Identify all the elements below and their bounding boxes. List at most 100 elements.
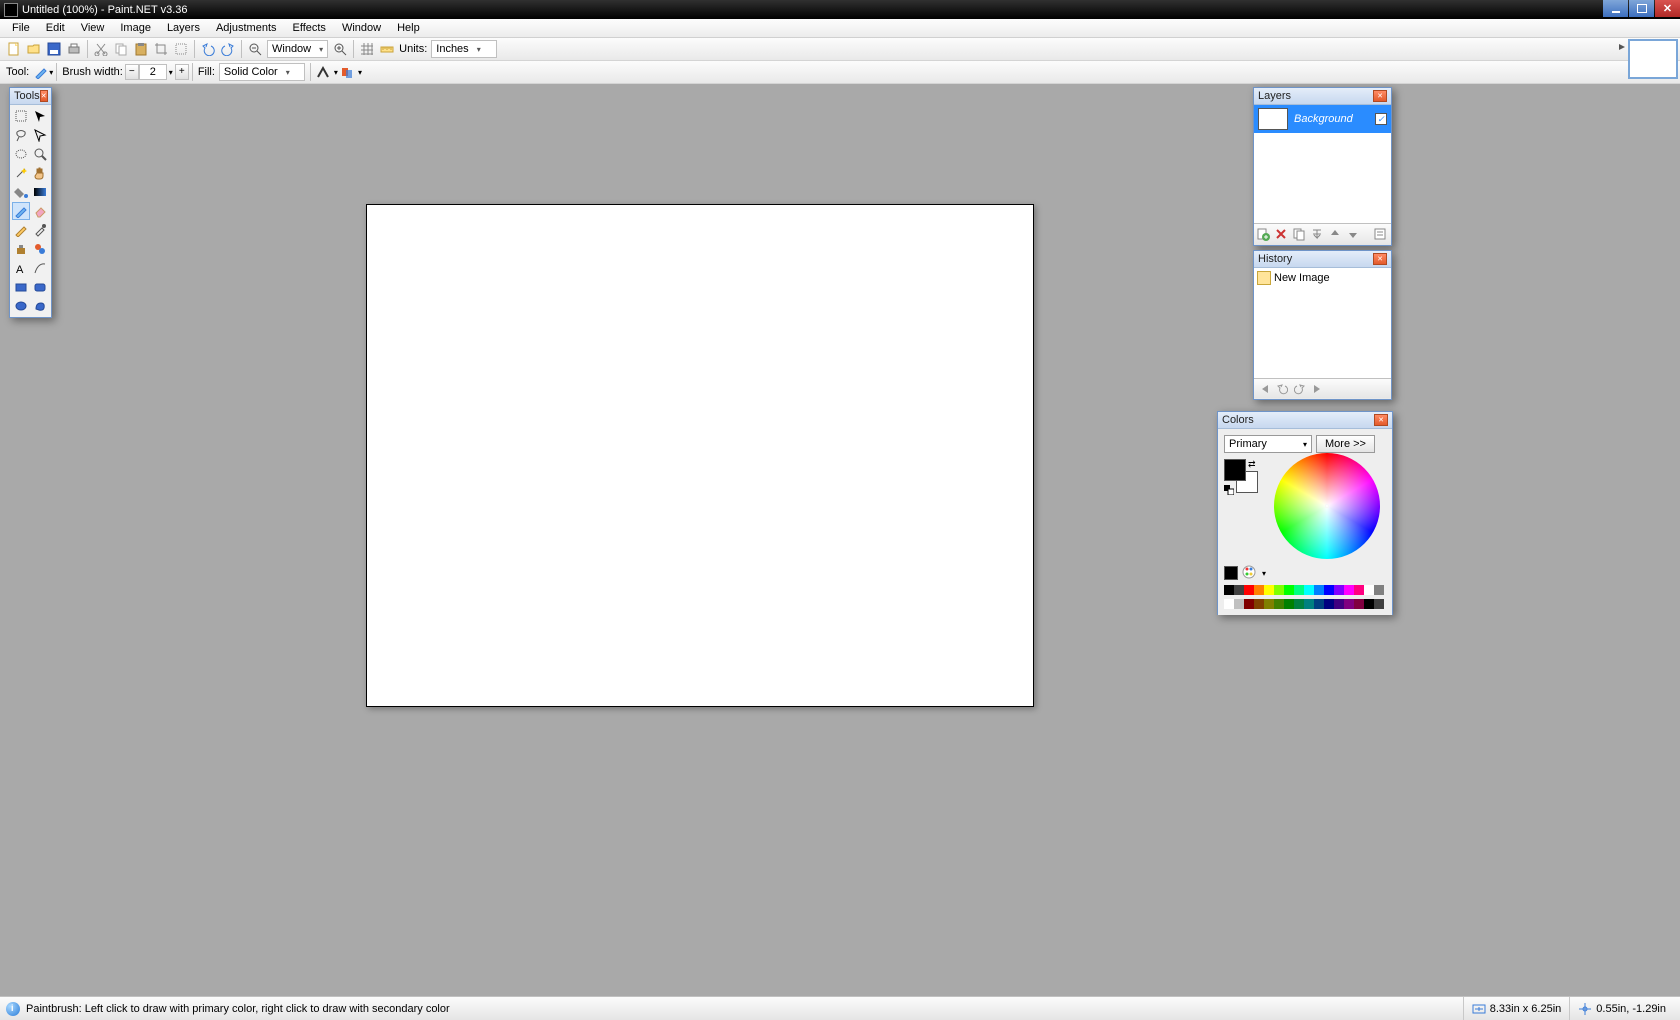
menu-help[interactable]: Help	[389, 20, 428, 36]
tool-move-selection[interactable]	[31, 107, 49, 125]
tool-colorpicker[interactable]	[31, 221, 49, 239]
layer-delete-icon[interactable]	[1274, 227, 1290, 243]
tools-panel-title[interactable]: Tools	[10, 88, 51, 105]
palette-cell[interactable]	[1294, 585, 1304, 595]
minimize-button[interactable]	[1603, 0, 1628, 17]
close-button[interactable]	[1655, 0, 1680, 17]
tool-freeform[interactable]	[31, 297, 49, 315]
canvas[interactable]	[366, 204, 1034, 707]
brush-width-minus[interactable]: −	[125, 64, 139, 80]
palette-cell[interactable]	[1364, 599, 1374, 609]
palette-cell[interactable]	[1254, 599, 1264, 609]
menu-view[interactable]: View	[73, 20, 113, 36]
tool-ellipse[interactable]	[12, 297, 30, 315]
current-color-swatch[interactable]	[1224, 566, 1238, 580]
default-colors-icon[interactable]	[1224, 485, 1234, 495]
tool-pencil[interactable]	[12, 221, 30, 239]
history-panel-title[interactable]: History	[1254, 251, 1391, 268]
tool-lasso[interactable]	[12, 126, 30, 144]
history-redo-icon[interactable]	[1294, 383, 1306, 395]
palette-cell[interactable]	[1344, 599, 1354, 609]
blend-button[interactable]	[339, 63, 357, 81]
swap-colors-icon[interactable]: ⇄	[1248, 459, 1256, 470]
open-button[interactable]	[25, 40, 43, 58]
palette-cell[interactable]	[1284, 585, 1294, 595]
image-thumbnail[interactable]	[1628, 39, 1678, 79]
copy-button[interactable]	[112, 40, 130, 58]
tool-rounded-rect[interactable]	[31, 278, 49, 296]
colors-panel-title[interactable]: Colors	[1218, 412, 1392, 429]
tool-rectangle[interactable]	[12, 278, 30, 296]
history-last-icon[interactable]	[1312, 383, 1324, 395]
menu-layers[interactable]: Layers	[159, 20, 208, 36]
palette-cell[interactable]	[1314, 599, 1324, 609]
tool-eraser[interactable]	[31, 202, 49, 220]
palette-cell[interactable]	[1244, 599, 1254, 609]
tool-move-pixels[interactable]	[31, 126, 49, 144]
palette-cell[interactable]	[1274, 585, 1284, 595]
layer-item[interactable]: Background	[1254, 105, 1391, 133]
history-close-icon[interactable]	[1373, 253, 1387, 265]
palette-cell[interactable]	[1244, 585, 1254, 595]
layer-up-icon[interactable]	[1328, 227, 1344, 243]
palette-cell[interactable]	[1234, 599, 1244, 609]
tool-line[interactable]	[31, 259, 49, 277]
zoom-in-button[interactable]	[331, 40, 349, 58]
palette-cell[interactable]	[1304, 585, 1314, 595]
antialias-button[interactable]	[315, 63, 333, 81]
palette-cell[interactable]	[1264, 599, 1274, 609]
colors-close-icon[interactable]	[1374, 414, 1388, 426]
tools-close-icon[interactable]	[40, 90, 48, 102]
print-button[interactable]	[65, 40, 83, 58]
tool-magic-wand[interactable]	[12, 164, 30, 182]
tool-clone[interactable]	[12, 240, 30, 258]
ruler-button[interactable]	[378, 40, 396, 58]
palette-cell[interactable]	[1374, 599, 1384, 609]
primary-color[interactable]	[1224, 459, 1246, 481]
palette-cell[interactable]	[1374, 585, 1384, 595]
palette-cell[interactable]	[1334, 585, 1344, 595]
palette-cell[interactable]	[1334, 599, 1344, 609]
palette-cell[interactable]	[1294, 599, 1304, 609]
brush-width-dropdown[interactable]: ▾	[169, 68, 173, 77]
thumbnail-toggle[interactable]	[1618, 43, 1626, 51]
menu-file[interactable]: File	[4, 20, 38, 36]
history-undo-icon[interactable]	[1276, 383, 1288, 395]
tool-dropdown-arrow[interactable]: ▾	[49, 68, 53, 77]
menu-adjustments[interactable]: Adjustments	[208, 20, 285, 36]
layers-panel-title[interactable]: Layers	[1254, 88, 1391, 105]
palette-cell[interactable]	[1254, 585, 1264, 595]
tool-pan[interactable]	[31, 164, 49, 182]
crop-button[interactable]	[152, 40, 170, 58]
palette-cell[interactable]	[1224, 599, 1234, 609]
history-first-icon[interactable]	[1258, 383, 1270, 395]
cut-button[interactable]	[92, 40, 110, 58]
fill-select[interactable]: Solid Color	[219, 63, 305, 81]
menu-edit[interactable]: Edit	[38, 20, 73, 36]
layer-merge-icon[interactable]	[1310, 227, 1326, 243]
palette-cell[interactable]	[1284, 599, 1294, 609]
tool-paintbrush[interactable]	[12, 202, 30, 220]
save-button[interactable]	[45, 40, 63, 58]
layer-add-icon[interactable]	[1256, 227, 1272, 243]
layer-properties-icon[interactable]	[1373, 227, 1389, 243]
color-mode-select[interactable]: Primary	[1224, 435, 1312, 453]
current-tool-icon[interactable]	[32, 63, 50, 81]
layers-close-icon[interactable]	[1373, 90, 1387, 102]
palette-cell[interactable]	[1354, 599, 1364, 609]
brush-width-value[interactable]: 2	[139, 64, 167, 80]
paste-button[interactable]	[132, 40, 150, 58]
palette-cell[interactable]	[1264, 585, 1274, 595]
tool-zoom[interactable]	[31, 145, 49, 163]
color-wheel[interactable]	[1274, 453, 1380, 559]
palette-cell[interactable]	[1314, 585, 1324, 595]
menu-image[interactable]: Image	[112, 20, 159, 36]
aa-dropdown[interactable]: ▾	[334, 68, 338, 77]
tool-ellipse-select[interactable]	[12, 145, 30, 163]
undo-button[interactable]	[199, 40, 217, 58]
deselect-button[interactable]	[172, 40, 190, 58]
layer-down-icon[interactable]	[1346, 227, 1362, 243]
maximize-button[interactable]	[1629, 0, 1654, 17]
grid-button[interactable]	[358, 40, 376, 58]
new-button[interactable]	[5, 40, 23, 58]
